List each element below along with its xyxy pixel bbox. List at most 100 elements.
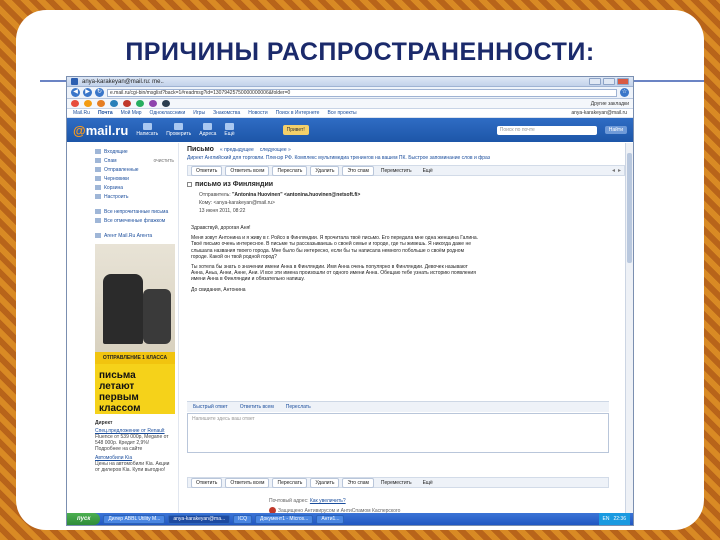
nav-item[interactable]: Почта [98, 110, 113, 116]
url-field[interactable]: e.mail.ru/cgi-bin/msglist?back=1#readmsg… [107, 88, 617, 97]
close-button[interactable] [617, 78, 629, 85]
user-email[interactable]: anya-karakeyan@mail.ru [571, 110, 627, 116]
bookmark-icon[interactable] [110, 100, 118, 107]
reply-all-link[interactable]: Ответить всем [240, 404, 274, 410]
clock: 22:36 [613, 516, 626, 522]
nav-item[interactable]: Новости [248, 110, 267, 116]
folder-inbox[interactable]: Входящие [95, 147, 174, 156]
reply-button[interactable]: Ответить [191, 477, 223, 488]
increase-quota-link[interactable]: Как увеличить? [310, 498, 346, 504]
spam-button[interactable]: Это спам [342, 477, 374, 488]
bookmark-icon[interactable] [97, 100, 105, 107]
filter-unread[interactable]: Все непрочитанные письма [95, 207, 174, 216]
taskbar-item[interactable]: Дилер ABBL Utility M... [103, 514, 166, 524]
language-indicator[interactable]: EN [603, 513, 610, 525]
direct-ad-desc: Цены на автомобили Kia. Акции от дилеров… [95, 461, 170, 473]
quick-reply-link[interactable]: Быстрый ответ [193, 404, 228, 410]
quick-reply-bar: Быстрый ответ Ответить всем Переслать [187, 401, 609, 412]
move-button[interactable]: Переместить [377, 479, 416, 487]
system-tray: EN 22:36 [598, 513, 630, 525]
reload-icon[interactable]: ↻ [95, 88, 104, 97]
direct-ad-desc: Fluence от 539 000р, Megane от 548 000р.… [95, 434, 169, 452]
window-titlebar: anya-karakeyan@mail.ru: me.. [67, 77, 633, 87]
reply-button[interactable]: Ответить [191, 165, 223, 176]
clear-spam-link[interactable]: очистить [153, 158, 174, 164]
bookmark-icon[interactable] [162, 100, 170, 107]
start-button[interactable]: пуск [67, 513, 101, 525]
nav-item[interactable]: Поиск в Интернете [276, 110, 320, 116]
tab-title[interactable]: anya-karakeyan@mail.ru: me.. [82, 79, 164, 85]
delete-button[interactable]: Удалить [310, 165, 340, 176]
filter-flagged[interactable]: Все отмеченные флажком [95, 216, 174, 225]
mailru-logo[interactable]: @mail.ru [73, 123, 128, 138]
check-tool[interactable]: Проверить [166, 123, 191, 137]
reply-all-button[interactable]: Ответить всем [225, 477, 270, 488]
contacts-tool[interactable]: Адреса [199, 123, 216, 137]
compose-tool[interactable]: Написать [136, 123, 158, 137]
folder-drafts[interactable]: Черновики [95, 174, 174, 183]
delete-button[interactable]: Удалить [310, 477, 340, 488]
taskbar-item[interactable]: anya-karakeyan@ma... [168, 514, 231, 524]
star-icon[interactable]: ☆ [620, 88, 629, 97]
other-bookmarks[interactable]: Другие закладки [591, 101, 629, 107]
greeting-button[interactable]: Привет! [282, 125, 309, 135]
nav-item[interactable]: Знакомства [213, 110, 240, 116]
quota-label: Почтовый адрес: [269, 498, 309, 504]
reply-all-button[interactable]: Ответить всем [225, 165, 270, 176]
nav-item[interactable]: Mail.Ru [73, 110, 90, 116]
taskbar-item[interactable]: Анти1... [316, 514, 345, 524]
prev-arrow-icon[interactable]: ◂ [612, 167, 615, 174]
browser-window: anya-karakeyan@mail.ru: me.. ◀ ▶ ↻ e.mai… [66, 76, 634, 526]
bookmark-icon[interactable] [149, 100, 157, 107]
back-arrow-icon[interactable]: ◀ [71, 88, 80, 97]
folder-settings[interactable]: Настроить [95, 192, 174, 201]
scroll-thumb[interactable] [627, 153, 632, 263]
direct-text-ad[interactable]: Директ Английский для торговли. Пленэр Р… [187, 155, 625, 161]
find-button[interactable]: Найти [604, 126, 627, 134]
addressbook-icon [203, 123, 213, 130]
minimize-button[interactable] [589, 78, 601, 85]
taskbar-item[interactable]: ICQ [233, 514, 253, 524]
taskbar-item[interactable]: Документ1 - Micros... [255, 514, 314, 524]
seat-image [143, 289, 171, 344]
flag-checkbox[interactable] [187, 182, 192, 187]
sender[interactable]: "Antonina Huovinen" <antonina.huovinen@n… [232, 192, 360, 198]
nav-item[interactable]: Одноклассники [150, 110, 186, 116]
nav-item[interactable]: Все проекты [327, 110, 356, 116]
reply-textarea[interactable]: Напишите здесь ваш ответ [187, 413, 609, 453]
forward-arrow-icon[interactable]: ▶ [83, 88, 92, 97]
prev-message-link[interactable]: « предыдущее [220, 147, 254, 153]
forward-button[interactable]: Переслать [272, 165, 308, 176]
seat-image [103, 274, 143, 344]
maximize-button[interactable] [603, 78, 615, 85]
more-button[interactable]: Ещё [419, 479, 437, 487]
forward-button[interactable]: Переслать [272, 477, 308, 488]
recipient[interactable]: <anya-karakeyan@mail.ru> [213, 200, 275, 206]
agent-link[interactable]: Агент Mail.Ru Агента [95, 231, 174, 240]
message-body: Здравствуй, дорогая Аня! Меня зовут Анто… [191, 225, 481, 293]
bookmark-icon[interactable] [71, 100, 79, 107]
nav-item[interactable]: Мой Мир [121, 110, 142, 116]
next-arrow-icon[interactable]: ▸ [618, 167, 621, 174]
next-message-link[interactable]: следующее » [260, 147, 291, 153]
more-button[interactable]: Ещё [419, 167, 437, 175]
folder-trash[interactable]: Корзина [95, 183, 174, 192]
folder-sent[interactable]: Отправленные [95, 165, 174, 174]
trash-icon [95, 185, 101, 190]
bookmark-icon[interactable] [123, 100, 131, 107]
bookmark-icon[interactable] [84, 100, 92, 107]
bookmark-icon[interactable] [136, 100, 144, 107]
move-button[interactable]: Переместить [377, 167, 416, 175]
spam-icon [95, 158, 101, 163]
message-subject: письмо из Финляндии [195, 181, 274, 188]
nav-item[interactable]: Игры [193, 110, 205, 116]
page-scrollbar[interactable] [625, 143, 633, 513]
airline-ad-banner[interactable]: ОТПРАВЛЕНИЕ 1 КЛАССА письма летают первы… [95, 244, 175, 414]
mail-search-input[interactable]: Поиск по почте [496, 125, 597, 135]
more-tool[interactable]: Ещё [224, 123, 235, 137]
from-label: Отправитель: [199, 192, 231, 198]
forward-link[interactable]: Переслать [286, 404, 311, 410]
folder-spam[interactable]: Спам очистить [95, 156, 174, 165]
spam-button[interactable]: Это спам [342, 165, 374, 176]
message-heading-row: Письмо « предыдущее следующее » [187, 146, 625, 153]
